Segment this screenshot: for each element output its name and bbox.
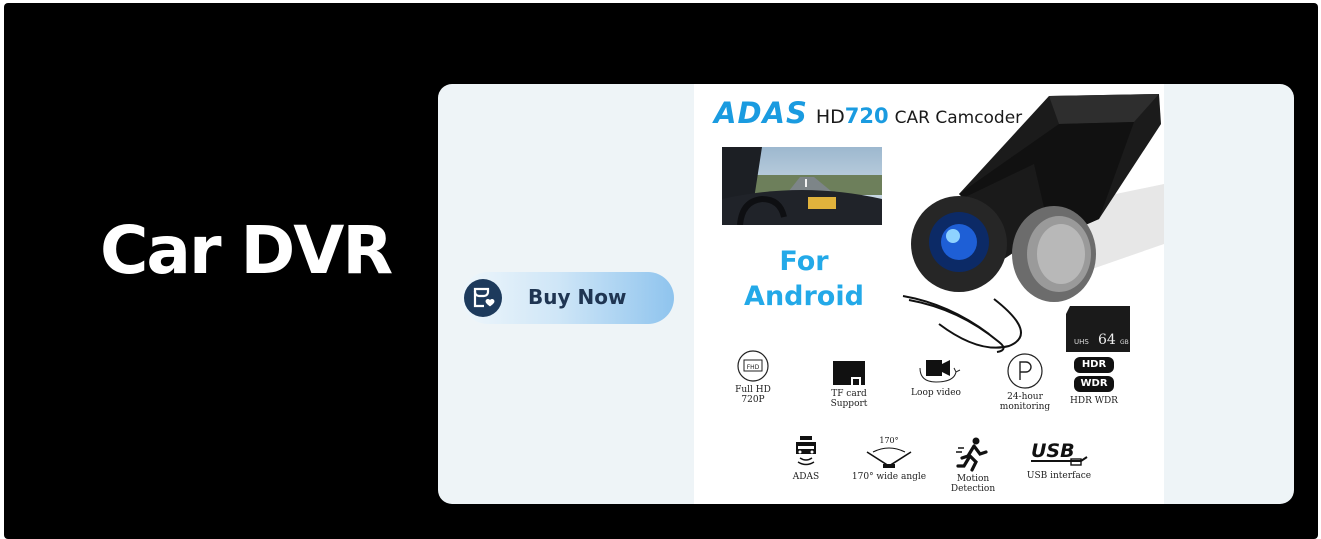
feature-tf-card: TF card Support <box>804 359 894 409</box>
brand-text: ADAS <box>714 96 808 130</box>
loop-camera-icon <box>919 360 961 383</box>
wdr-badge: WDR <box>1074 376 1114 392</box>
hdr-badge: HDR <box>1074 357 1114 373</box>
road-view-photo <box>722 147 882 225</box>
headline: Car DVR <box>100 212 393 289</box>
feature-label: 170° wide angle <box>851 472 927 482</box>
feature-motion-detection: Motion Detection <box>928 436 1018 494</box>
feature-full-hd: FHD Full HD 720P <box>708 349 798 405</box>
sd-card: UHS 64 GB <box>1064 304 1136 354</box>
product-image: ADAS HD720 CAR Camcoder For Android UHS … <box>694 84 1164 504</box>
feature-usb: USB USB interface <box>1014 439 1104 481</box>
running-man-icon <box>956 437 988 472</box>
feature-loop-video: Loop video <box>891 354 981 398</box>
parking-icon <box>1007 353 1043 389</box>
angle-text: 170° <box>879 436 898 445</box>
usb-icon: USB <box>1031 440 1088 466</box>
sd-card-unit: GB <box>1120 339 1129 346</box>
platform-line-2: Android <box>744 281 864 312</box>
wide-angle-icon: 170° <box>866 436 912 468</box>
platform-line-1: For <box>779 246 829 277</box>
feature-label: Full HD <box>735 385 771 395</box>
feature-label: USB interface <box>1026 471 1092 481</box>
car-alert-icon <box>796 436 816 466</box>
shopping-bag-heart-icon <box>464 279 502 317</box>
svg-text:FHD: FHD <box>747 364 760 371</box>
feature-label: Motion <box>956 474 990 484</box>
feature-label-2: Support <box>830 399 868 409</box>
sd-card-icon <box>833 361 865 385</box>
feature-label-2: Detection <box>950 484 996 494</box>
feature-adas: ADAS <box>761 432 851 482</box>
model-number: 720 <box>844 104 889 128</box>
usb-text: USB <box>1031 440 1075 462</box>
feature-label: ADAS <box>792 472 820 482</box>
sd-card-capacity: 64 <box>1098 332 1116 348</box>
feature-label: HDR WDR <box>1070 396 1118 406</box>
platform-text: For Android <box>724 244 884 314</box>
buy-now-label: Buy Now <box>528 285 627 309</box>
buy-now-button[interactable]: Buy Now <box>462 272 674 324</box>
feature-wide-angle: 170° 170° wide angle <box>844 434 934 482</box>
feature-label: TF card <box>831 389 867 399</box>
feature-label-2: 720P <box>741 395 765 405</box>
model-prefix: HD <box>815 106 845 128</box>
feature-hdr-wdr: HDR WDR <box>1049 394 1139 406</box>
feature-label: Loop video <box>911 388 961 398</box>
sd-card-small-text: UHS <box>1074 338 1089 346</box>
fhd-icon: FHD <box>737 350 769 382</box>
